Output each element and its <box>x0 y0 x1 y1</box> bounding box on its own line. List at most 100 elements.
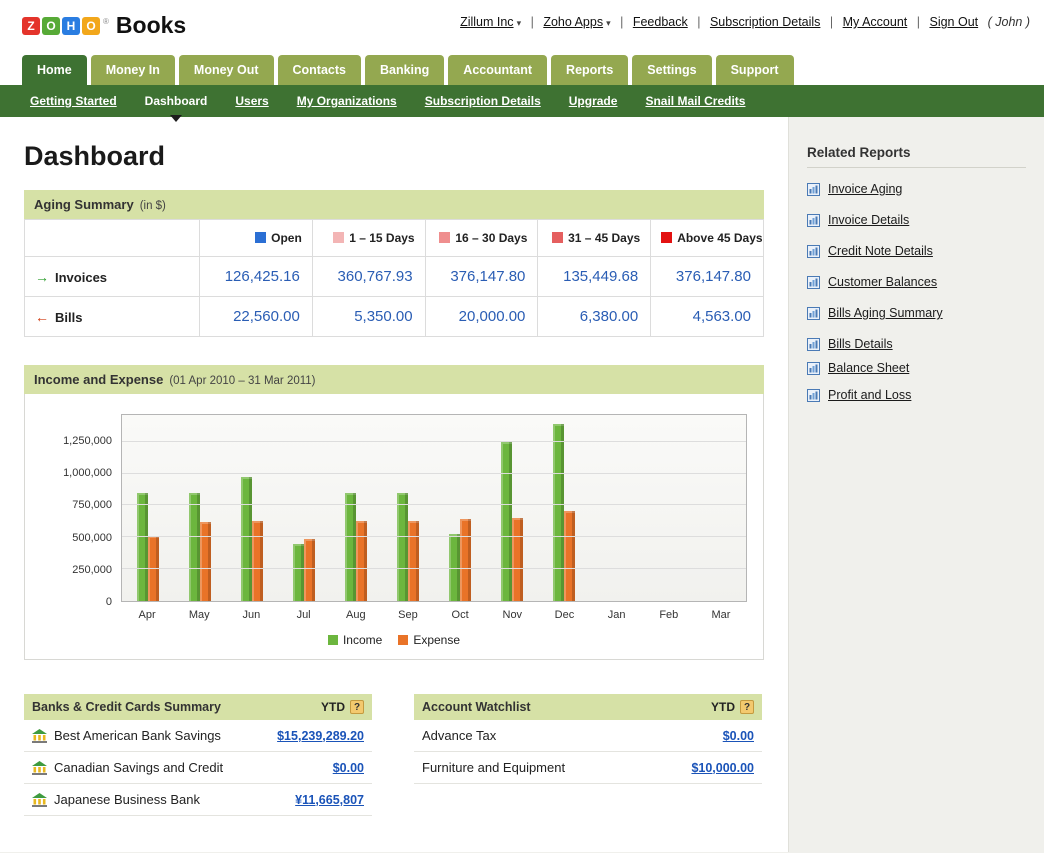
subnav-snail-mail-credits[interactable]: Snail Mail Credits <box>645 94 745 108</box>
x-tick-label: Mar <box>711 609 731 621</box>
legend-swatch-1-15 <box>333 232 345 243</box>
report-icon <box>807 306 820 320</box>
related-reports-title: Related Reports <box>807 145 1026 168</box>
legend-item-income: Income <box>327 633 382 647</box>
tab-banking[interactable]: Banking <box>364 55 445 85</box>
legend-swatch-above-45 <box>661 232 673 243</box>
legend-1-15: 1 – 15 Days <box>311 219 426 257</box>
separator: | <box>697 15 701 29</box>
bar-income-may <box>189 492 200 601</box>
subnav-upgrade[interactable]: Upgrade <box>569 94 618 108</box>
org-switcher-link[interactable]: Zillum Inc ▾ <box>460 15 521 29</box>
ytd-label: YTD <box>711 700 735 714</box>
bank-row: Best American Bank Savings $15,239,289.2… <box>24 720 372 752</box>
bank-amount-link[interactable]: ¥11,665,807 <box>295 793 364 807</box>
legend-above-45: Above 45 Days <box>650 219 764 257</box>
section-subtitle: (01 Apr 2010 – 31 Mar 2011) <box>169 375 316 387</box>
section-title: Aging Summary <box>34 197 134 212</box>
account-amount-link[interactable]: $10,000.00 <box>691 761 754 775</box>
x-tick-label: Oct <box>451 609 469 621</box>
section-title: Banks & Credit Cards Summary <box>32 700 221 714</box>
invoices-1-15-value: 360,767.93 <box>311 256 426 297</box>
y-tick-label: 1,250,000 <box>63 435 112 448</box>
subnav-subscription-details[interactable]: Subscription Details <box>425 94 541 108</box>
legend-swatch <box>327 635 338 645</box>
bars-row <box>122 415 746 601</box>
bar-expense-sep <box>408 520 419 601</box>
tab-home[interactable]: Home <box>22 55 87 85</box>
tab-contacts[interactable]: Contacts <box>277 55 361 85</box>
tab-reports[interactable]: Reports <box>551 55 629 85</box>
subnav-users[interactable]: Users <box>235 94 268 108</box>
bank-row: Canadian Savings and Credit $0.00 <box>24 752 372 784</box>
report-link-invoice-details[interactable]: Invoice Details <box>828 213 909 227</box>
feedback-link[interactable]: Feedback <box>633 15 688 29</box>
subnav-getting-started[interactable]: Getting Started <box>30 94 117 108</box>
report-icon <box>807 182 820 196</box>
bank-name: Japanese Business Bank <box>54 792 200 807</box>
bank-amount-link[interactable]: $15,239,289.20 <box>277 729 364 743</box>
subnav-my-organizations[interactable]: My Organizations <box>297 94 397 108</box>
report-icon <box>807 244 820 258</box>
month-slot-aug <box>330 415 382 601</box>
tab-accountant[interactable]: Accountant <box>448 55 548 85</box>
subscription-details-link[interactable]: Subscription Details <box>710 15 820 29</box>
empty-cell <box>24 219 200 257</box>
bank-name-cell: Canadian Savings and Credit <box>32 760 333 775</box>
report-link-balance-sheet[interactable]: Balance Sheet <box>828 361 909 375</box>
x-tick-label: Jul <box>296 609 311 621</box>
bar-expense-dec <box>564 510 575 601</box>
tab-support[interactable]: Support <box>715 55 794 85</box>
tab-settings[interactable]: Settings <box>632 55 712 85</box>
my-account-link[interactable]: My Account <box>843 15 908 29</box>
report-link-bills-aging-summary[interactable]: Bills Aging Summary <box>828 306 943 320</box>
bottom-summaries: Banks & Credit Cards Summary YTD ? Best … <box>24 694 764 816</box>
help-icon[interactable]: ? <box>350 700 364 714</box>
gridline <box>122 472 746 474</box>
bar-expense-oct <box>460 519 471 601</box>
report-link-customer-balances[interactable]: Customer Balances <box>828 275 937 289</box>
bank-amount-link[interactable]: $0.00 <box>333 761 364 775</box>
list-item: Invoice Aging <box>807 182 1026 196</box>
subnav-dashboard[interactable]: Dashboard <box>145 94 207 122</box>
main-content: Dashboard Aging Summary (in $) Open 1 – … <box>0 117 788 852</box>
watchlist-row: Advance Tax $0.00 <box>414 720 762 752</box>
plot-area <box>121 414 747 602</box>
bills-above-45-value: 4,563.00 <box>650 296 764 337</box>
registered-mark: ® <box>103 16 109 26</box>
bank-icon <box>32 760 47 775</box>
logo-letter: Z <box>22 16 40 35</box>
report-link-invoice-aging[interactable]: Invoice Aging <box>828 182 902 196</box>
bar-income-sep <box>397 492 408 601</box>
report-link-profit-and-loss[interactable]: Profit and Loss <box>828 388 911 402</box>
bills-16-30-value: 20,000.00 <box>424 296 539 337</box>
legend-label: 16 – 30 Days <box>455 231 528 245</box>
bar-expense-aug <box>356 520 367 601</box>
bar-income-aug <box>345 492 356 601</box>
row-label: Bills <box>55 309 83 325</box>
report-icon <box>807 388 820 402</box>
list-item: Profit and Loss <box>807 388 1026 402</box>
account-amount-link[interactable]: $0.00 <box>723 729 754 743</box>
x-tick-label: Feb <box>659 609 679 621</box>
income-expense-header: Income and Expense (01 Apr 2010 – 31 Mar… <box>24 365 764 394</box>
report-link-credit-note-details[interactable]: Credit Note Details <box>828 244 933 258</box>
report-link-bills-details[interactable]: Bills Details <box>828 337 893 351</box>
report-icon <box>807 361 820 375</box>
bank-name: Canadian Savings and Credit <box>54 760 224 775</box>
account-watchlist: Account Watchlist YTD ? Advance Tax $0.0… <box>414 694 762 816</box>
x-tick-label: Dec <box>554 609 575 621</box>
bar-income-jun <box>241 476 252 601</box>
tab-money-out[interactable]: Money Out <box>178 55 274 85</box>
related-reports-panel: Related Reports Invoice Aging Invoice De… <box>788 117 1044 852</box>
invoices-label-cell: → Invoices <box>24 256 200 297</box>
gridline <box>122 536 746 538</box>
sign-out-link[interactable]: Sign Out <box>929 15 978 29</box>
zoho-apps-link[interactable]: Zoho Apps ▾ <box>543 15 610 29</box>
app-name: Books <box>115 12 187 38</box>
legend-swatch-16-30 <box>439 232 451 243</box>
bar-expense-may <box>200 522 211 601</box>
help-icon[interactable]: ? <box>740 700 754 714</box>
bills-1-15-value: 5,350.00 <box>311 296 426 337</box>
tab-money-in[interactable]: Money In <box>90 55 175 85</box>
